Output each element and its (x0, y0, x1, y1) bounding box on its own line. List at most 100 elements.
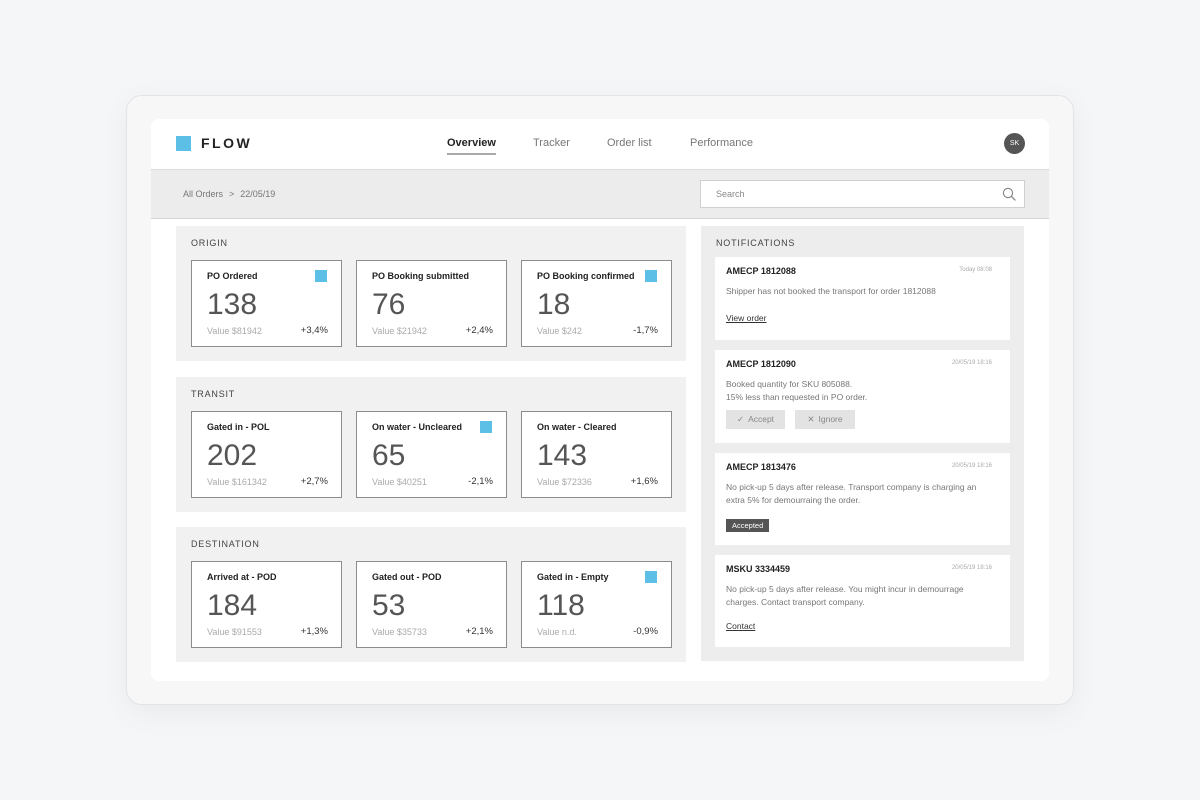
status-card-arrived-at-pod[interactable]: Arrived at - POD 184 Value $91553 +1,3% (191, 561, 342, 648)
card-count: 53 (372, 589, 406, 622)
card-title: Gated in - POL (207, 422, 270, 432)
notifications-panel: NOTIFICATIONS AMECP 1812088 Today 08:08 … (701, 226, 1024, 661)
section-origin: ORIGIN PO Ordered 138 Value $81942 +3,4%… (176, 226, 686, 361)
status-card-po-booking-submitted[interactable]: PO Booking submitted 76 Value $21942 +2,… (356, 260, 507, 347)
card-change: +2,7% (300, 476, 328, 487)
section-transit: TRANSIT Gated in - POL 202 Value $161342… (176, 377, 686, 512)
tab-tracker[interactable]: Tracker (533, 137, 570, 149)
card-value: Value $35733 (372, 627, 427, 637)
notification-timestamp: 20/05/19 18:16 (951, 565, 992, 571)
status-card-po-booking-confirmed[interactable]: PO Booking confirmed 18 Value $242 -1,7% (521, 260, 672, 347)
toolbar: All Orders >22/05/19 (151, 169, 1049, 219)
status-card-gated-in-pol[interactable]: Gated in - POL 202 Value $161342 +2,7% (191, 411, 342, 498)
card-count: 65 (372, 439, 406, 472)
card-title: PO Booking submitted (372, 271, 470, 281)
logo-square-icon (176, 136, 191, 151)
notification-message: No pick-up 5 days after release. Transpo… (726, 482, 977, 505)
breadcrumb-separator: > (229, 189, 235, 199)
card-title: Arrived at - POD (207, 572, 277, 582)
close-icon: ✕ (807, 414, 815, 424)
status-card-gated-out-pod[interactable]: Gated out - POD 53 Value $35733 +2,1% (356, 561, 507, 648)
card-value: Value $161342 (207, 477, 267, 487)
notification-timestamp: 20/05/19 18:16 (951, 360, 992, 366)
card-title: Gated in - Empty (537, 572, 609, 582)
card-count: 118 (537, 589, 585, 622)
flag-marker-icon (645, 571, 657, 583)
card-change: -0,9% (633, 626, 658, 637)
accept-button[interactable]: ✓ Accept (726, 410, 785, 429)
card-title: PO Booking confirmed (537, 271, 635, 281)
section-title: DESTINATION (191, 539, 260, 549)
card-change: -1,7% (633, 325, 658, 336)
card-change: +2,1% (465, 626, 493, 637)
contact-link[interactable]: Contact (726, 621, 755, 631)
tab-order-list[interactable]: Order list (607, 137, 652, 149)
active-tab-indicator (447, 153, 496, 155)
card-change: +3,4% (300, 325, 328, 336)
tab-label: Overview (447, 137, 496, 149)
card-change: +2,4% (465, 325, 493, 336)
card-change: +1,6% (630, 476, 658, 487)
breadcrumb-root[interactable]: All Orders (183, 189, 223, 199)
app-screen: FLOW Overview Tracker Order list Perform… (151, 119, 1049, 681)
notification-card: AMECP 1812088 Today 08:08 Shipper has no… (715, 257, 1010, 340)
notification-card: MSKU 3334459 20/05/19 18:16 No pick-up 5… (715, 555, 1010, 647)
notifications-heading: NOTIFICATIONS (716, 238, 796, 248)
tab-overview[interactable]: Overview (447, 137, 496, 155)
card-change: -2,1% (468, 476, 493, 487)
check-icon: ✓ (736, 414, 745, 424)
top-header: FLOW Overview Tracker Order list Perform… (151, 119, 1049, 169)
card-count: 202 (207, 439, 258, 472)
card-value: Value n.d. (537, 627, 577, 637)
user-avatar[interactable]: SK (1004, 133, 1025, 154)
card-value: Value $91553 (207, 627, 262, 637)
card-value: Value $242 (537, 326, 582, 336)
view-order-link[interactable]: View order (726, 313, 766, 323)
card-value: Value $72336 (537, 477, 592, 487)
notification-card: AMECP 1812090 20/05/19 18:16 Booked quan… (715, 350, 1010, 443)
notification-timestamp: 20/05/19 18:16 (951, 463, 992, 469)
notification-card: AMECP 1813476 20/05/19 18:16 No pick-up … (715, 453, 1010, 545)
card-count: 143 (537, 439, 588, 472)
app-logo-text: FLOW (201, 135, 253, 151)
flag-marker-icon (315, 270, 327, 282)
card-count: 138 (207, 288, 258, 321)
card-title: Gated out - POD (372, 572, 442, 582)
breadcrumb-current: 22/05/19 (240, 189, 276, 199)
search-box (700, 180, 1025, 208)
notification-timestamp: Today 08:08 (959, 267, 992, 273)
section-title: ORIGIN (191, 238, 228, 248)
card-value: Value $40251 (372, 477, 427, 487)
search-icon[interactable] (1002, 187, 1016, 201)
notification-order-id: AMECP 1812088 (726, 266, 796, 276)
card-change: +1,3% (300, 626, 328, 637)
tab-performance[interactable]: Performance (690, 137, 753, 149)
section-destination: DESTINATION Arrived at - POD 184 Value $… (176, 527, 686, 662)
accept-label: Accept (748, 414, 775, 424)
card-count: 76 (372, 288, 406, 321)
notification-order-id: AMECP 1813476 (726, 462, 796, 472)
flag-marker-icon (480, 421, 492, 433)
flag-marker-icon (645, 270, 657, 282)
status-card-gated-in-empty[interactable]: Gated in - Empty 118 Value n.d. -0,9% (521, 561, 672, 648)
status-card-po-ordered[interactable]: PO Ordered 138 Value $81942 +3,4% (191, 260, 342, 347)
status-card-on-water-cleared[interactable]: On water - Cleared 143 Value $72336 +1,6… (521, 411, 672, 498)
card-count: 18 (537, 288, 571, 321)
ignore-label: Ignore (818, 414, 843, 424)
notification-order-id: MSKU 3334459 (726, 564, 791, 574)
notification-order-id: AMECP 1812090 (726, 359, 796, 369)
card-value: Value $21942 (372, 326, 427, 336)
card-title: PO Ordered (207, 271, 258, 281)
notification-message: No pick-up 5 days after release. You mig… (726, 584, 964, 607)
notification-message: Booked quantity for SKU 805088. 15% less… (726, 379, 868, 402)
card-title: On water - Cleared (537, 422, 617, 432)
card-value: Value $81942 (207, 326, 262, 336)
section-title: TRANSIT (191, 389, 236, 399)
status-badge: Accepted (726, 519, 770, 532)
notification-message: Shipper has not booked the transport for… (726, 286, 936, 296)
search-input[interactable] (701, 181, 991, 207)
card-count: 184 (207, 589, 258, 622)
ignore-button[interactable]: ✕ Ignore (795, 410, 855, 429)
card-title: On water - Uncleared (372, 422, 463, 432)
status-card-on-water-uncleared[interactable]: On water - Uncleared 65 Value $40251 -2,… (356, 411, 507, 498)
